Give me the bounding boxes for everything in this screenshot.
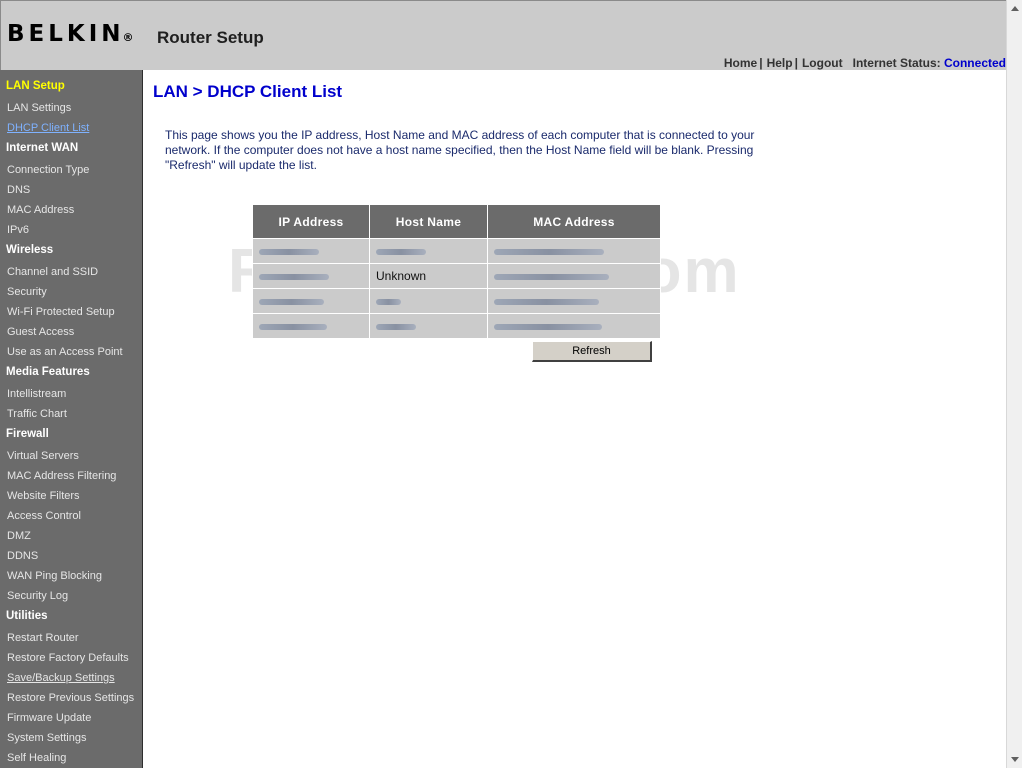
sidebar-item-dmz[interactable]: DMZ bbox=[0, 526, 142, 546]
column-header-host-name: Host Name bbox=[369, 204, 488, 239]
refresh-button[interactable]: Refresh bbox=[532, 341, 652, 362]
sidebar-item-lan-settings[interactable]: LAN Settings bbox=[0, 98, 142, 118]
logout-link[interactable]: Logout bbox=[802, 56, 843, 70]
host-name-cell bbox=[369, 238, 488, 264]
table-row bbox=[252, 288, 661, 314]
section-utilities[interactable]: Utilities bbox=[0, 608, 142, 628]
redacted-value bbox=[494, 323, 602, 330]
section-lan-setup[interactable]: LAN Setup bbox=[0, 78, 142, 98]
redacted-value bbox=[376, 248, 426, 255]
registered-mark: ® bbox=[122, 31, 134, 44]
dhcp-client-table: IP Address Host Name MAC Address Unknown bbox=[252, 204, 661, 339]
sidebar-item-dns[interactable]: DNS bbox=[0, 180, 142, 200]
sidebar-item-security-log[interactable]: Security Log bbox=[0, 586, 142, 606]
nav-separator: | bbox=[794, 56, 798, 70]
redacted-value bbox=[494, 298, 599, 305]
sidebar-item-restart-router[interactable]: Restart Router bbox=[0, 628, 142, 648]
redacted-value bbox=[376, 323, 416, 330]
redacted-value bbox=[494, 273, 609, 280]
sidebar-item-firmware-update[interactable]: Firmware Update bbox=[0, 708, 142, 728]
sidebar-item-save-backup[interactable]: Save/Backup Settings bbox=[0, 668, 142, 688]
host-name-cell: Unknown bbox=[369, 263, 488, 289]
vertical-scrollbar[interactable] bbox=[1006, 0, 1022, 768]
nav-separator: | bbox=[759, 56, 763, 70]
sidebar: LAN Setup LAN Settings DHCP Client List … bbox=[0, 70, 143, 768]
ip-address-cell bbox=[252, 288, 370, 314]
belkin-logo: BELKIN® bbox=[7, 21, 134, 47]
sidebar-item-wan-ping-blocking[interactable]: WAN Ping Blocking bbox=[0, 566, 142, 586]
column-header-ip-address: IP Address bbox=[252, 204, 370, 239]
internet-status-label: Internet Status: bbox=[852, 56, 941, 70]
sidebar-item-access-control[interactable]: Access Control bbox=[0, 506, 142, 526]
sidebar-item-website-filters[interactable]: Website Filters bbox=[0, 486, 142, 506]
app-title: Router Setup bbox=[157, 28, 264, 47]
help-link[interactable]: Help bbox=[767, 56, 793, 70]
mac-address-cell bbox=[487, 238, 661, 264]
redacted-value bbox=[259, 273, 329, 280]
header: BELKIN® Router Setup Home | Help | Logout Int… bbox=[0, 0, 1006, 70]
sidebar-item-guest-access[interactable]: Guest Access bbox=[0, 322, 142, 342]
redacted-value bbox=[259, 248, 319, 255]
sidebar-item-mac-filtering[interactable]: MAC Address Filtering bbox=[0, 466, 142, 486]
sidebar-item-connection-type[interactable]: Connection Type bbox=[0, 160, 142, 180]
section-firewall[interactable]: Firewall bbox=[0, 426, 142, 446]
sidebar-item-channel-ssid[interactable]: Channel and SSID bbox=[0, 262, 142, 282]
sidebar-item-self-healing[interactable]: Self Healing bbox=[0, 748, 142, 768]
mac-address-cell bbox=[487, 288, 661, 314]
mac-address-cell bbox=[487, 313, 661, 339]
table-header-row: IP Address Host Name MAC Address bbox=[252, 204, 661, 239]
section-wireless[interactable]: Wireless bbox=[0, 242, 142, 262]
redacted-value bbox=[376, 298, 401, 305]
page-description: This page shows you the IP address, Host… bbox=[165, 128, 755, 172]
sidebar-item-virtual-servers[interactable]: Virtual Servers bbox=[0, 446, 142, 466]
table-row bbox=[252, 313, 661, 339]
sidebar-item-dhcp-client-list[interactable]: DHCP Client List bbox=[0, 118, 142, 138]
host-name-cell bbox=[369, 313, 488, 339]
section-internet-wan[interactable]: Internet WAN bbox=[0, 140, 142, 160]
table-row bbox=[252, 238, 661, 264]
ip-address-cell bbox=[252, 263, 370, 289]
internet-status-value: Connected bbox=[943, 56, 1006, 70]
section-media-features[interactable]: Media Features bbox=[0, 364, 142, 384]
top-nav: Home | Help | Logout Internet Status: Connect… bbox=[724, 56, 1006, 70]
sidebar-item-intellistream[interactable]: Intellistream bbox=[0, 384, 142, 404]
scroll-down-arrow-icon[interactable] bbox=[1011, 757, 1019, 762]
column-header-mac-address: MAC Address bbox=[487, 204, 661, 239]
sidebar-item-security[interactable]: Security bbox=[0, 282, 142, 302]
redacted-value bbox=[494, 248, 604, 255]
sidebar-item-ipv6[interactable]: IPv6 bbox=[0, 220, 142, 240]
table-row: Unknown bbox=[252, 263, 661, 289]
sidebar-item-restore-defaults[interactable]: Restore Factory Defaults bbox=[0, 648, 142, 668]
redacted-value bbox=[259, 298, 324, 305]
scroll-up-arrow-icon[interactable] bbox=[1011, 6, 1019, 11]
sidebar-item-restore-previous[interactable]: Restore Previous Settings bbox=[0, 688, 142, 708]
mac-address-cell bbox=[487, 263, 661, 289]
sidebar-item-traffic-chart[interactable]: Traffic Chart bbox=[0, 404, 142, 424]
sidebar-item-mac-address[interactable]: MAC Address bbox=[0, 200, 142, 220]
ip-address-cell bbox=[252, 313, 370, 339]
sidebar-menu: LAN Setup LAN Settings DHCP Client List … bbox=[0, 70, 142, 768]
home-link[interactable]: Home bbox=[724, 56, 757, 70]
sidebar-item-system-settings[interactable]: System Settings bbox=[0, 728, 142, 748]
logo-text: BELKIN bbox=[7, 21, 125, 47]
ip-address-cell bbox=[252, 238, 370, 264]
page-title: LAN > DHCP Client List bbox=[153, 82, 343, 101]
host-name-cell bbox=[369, 288, 488, 314]
sidebar-item-ddns[interactable]: DDNS bbox=[0, 546, 142, 566]
sidebar-item-access-point[interactable]: Use as an Access Point bbox=[0, 342, 142, 362]
sidebar-item-wifi-protected-setup[interactable]: Wi-Fi Protected Setup bbox=[0, 302, 142, 322]
redacted-value bbox=[259, 323, 327, 330]
